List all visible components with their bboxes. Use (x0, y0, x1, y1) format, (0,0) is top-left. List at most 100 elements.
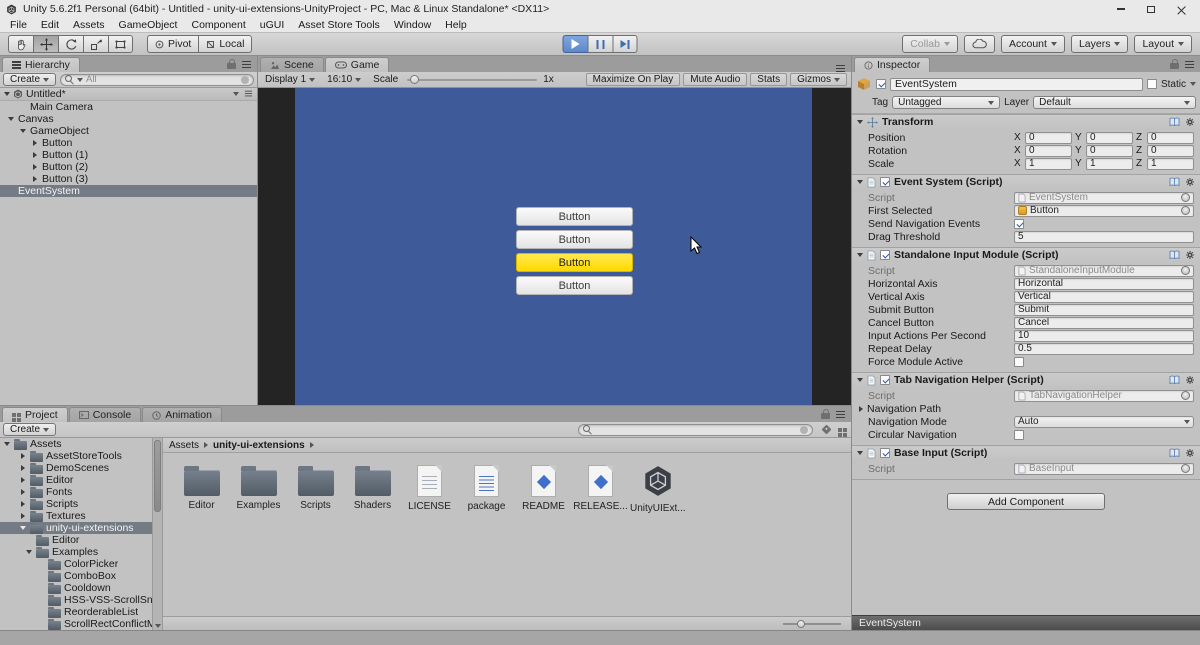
gameobject-name-field[interactable]: EventSystem (890, 77, 1143, 91)
horizontal-axis-field[interactable]: Horizontal (1014, 277, 1194, 290)
display-dropdown[interactable]: Display 1 (262, 74, 318, 85)
tree-item-selected[interactable]: unity-ui-extensions (0, 522, 152, 534)
minimize-icon[interactable] (1117, 8, 1125, 10)
transform-header[interactable]: Transform (852, 114, 1200, 129)
hierarchy-item-selected[interactable]: EventSystem (0, 185, 257, 197)
play-button[interactable] (562, 35, 588, 53)
foldout-closed-icon[interactable] (20, 477, 25, 483)
pivot-toggle-button[interactable]: Pivot (147, 35, 199, 53)
add-component-button[interactable]: Add Component (947, 493, 1105, 510)
icon-size-slider[interactable] (783, 619, 841, 628)
asset-item[interactable]: RELEASE... (572, 463, 629, 514)
layout-dropdown[interactable]: Layout (1134, 35, 1192, 53)
tree-item[interactable]: ScrollRectConflictMana (0, 618, 152, 630)
rotation-z-field[interactable]: 0 (1147, 144, 1194, 157)
tree-item[interactable]: ReorderableList (0, 606, 152, 618)
foldout-closed-icon[interactable] (20, 513, 25, 519)
scale-y-field[interactable]: 1 (1086, 157, 1133, 170)
hierarchy-item[interactable]: Canvas (0, 113, 257, 125)
active-checkbox[interactable] (876, 79, 886, 89)
gear-icon[interactable] (1185, 375, 1195, 385)
foldout-closed-icon[interactable] (859, 405, 863, 412)
foldout-open-icon[interactable] (3, 442, 10, 446)
stats-button[interactable]: Stats (750, 73, 788, 86)
hierarchy-item[interactable]: Button (1) (0, 149, 257, 161)
rect-tool-button[interactable] (108, 35, 133, 53)
asset-item[interactable]: LICENSE (401, 463, 458, 514)
pause-button[interactable] (587, 35, 613, 53)
foldout-open-icon[interactable] (857, 120, 863, 124)
menu-assets[interactable]: Assets (66, 19, 112, 31)
tree-item[interactable]: Textures (0, 510, 152, 522)
gear-icon[interactable] (1185, 448, 1195, 458)
tab-game[interactable]: Game (324, 57, 390, 72)
scale-slider-knob[interactable] (410, 75, 420, 84)
rotate-tool-button[interactable] (58, 35, 83, 53)
tree-item[interactable]: HSS-VSS-ScrollSnap (0, 594, 152, 606)
tree-item[interactable]: Examples (0, 546, 152, 558)
menu-window[interactable]: Window (387, 19, 438, 31)
foldout-closed-icon[interactable] (20, 501, 25, 507)
tab-console[interactable]: Console (68, 407, 142, 422)
asset-item[interactable]: Scripts (287, 463, 344, 514)
asset-item[interactable]: package (458, 463, 515, 514)
foldout-closed-icon[interactable] (32, 140, 37, 146)
foldout-open-icon[interactable] (857, 451, 863, 455)
breadcrumb-assets[interactable]: Assets (169, 440, 199, 451)
static-options-icon[interactable] (1190, 82, 1196, 86)
object-picker-icon[interactable] (1181, 391, 1190, 400)
tab-navigation-header[interactable]: Tab Navigation Helper (Script) (852, 372, 1200, 387)
input-module-header[interactable]: Standalone Input Module (Script) (852, 247, 1200, 262)
foldout-open-icon[interactable] (857, 180, 863, 184)
tree-item[interactable]: Scripts (0, 498, 152, 510)
gear-icon[interactable] (1185, 177, 1195, 187)
repeat-delay-field[interactable]: 0.5 (1014, 342, 1194, 355)
foldout-open-icon[interactable] (19, 526, 26, 530)
menu-edit[interactable]: Edit (34, 19, 66, 31)
lock-icon[interactable] (227, 59, 236, 69)
scene-options-icon[interactable] (233, 92, 239, 96)
script-object-field[interactable]: StandaloneInputModule (1014, 264, 1194, 277)
gear-icon[interactable] (1185, 117, 1195, 127)
foldout-open-icon[interactable] (25, 550, 32, 554)
scale-x-field[interactable]: 1 (1025, 157, 1072, 170)
menu-gameobject[interactable]: GameObject (112, 19, 185, 31)
menu-help[interactable]: Help (438, 19, 474, 31)
game-ui-button[interactable]: Button (516, 276, 633, 295)
help-book-icon[interactable] (1169, 375, 1180, 385)
foldout-open-icon[interactable] (857, 253, 863, 257)
asset-item[interactable]: Editor (173, 463, 230, 514)
force-module-active-checkbox[interactable] (1014, 356, 1024, 367)
help-book-icon[interactable] (1169, 250, 1180, 260)
foldout-open-icon[interactable] (857, 378, 863, 382)
panel-menu-icon[interactable] (242, 63, 251, 66)
breadcrumb-folder[interactable]: unity-ui-extensions (213, 440, 305, 451)
foldout-open-icon[interactable] (19, 129, 26, 133)
menu-file[interactable]: File (3, 19, 34, 31)
tree-item[interactable]: ColorPicker (0, 558, 152, 570)
input-actions-per-second-field[interactable]: 10 (1014, 329, 1194, 342)
position-x-field[interactable]: 0 (1025, 131, 1072, 144)
gizmos-dropdown[interactable]: Gizmos (790, 73, 847, 86)
send-navigation-events-checkbox[interactable] (1014, 218, 1024, 229)
asset-item[interactable]: README (515, 463, 572, 514)
layers-dropdown[interactable]: Layers (1070, 35, 1129, 53)
submit-button-field[interactable]: Submit (1014, 303, 1194, 316)
tree-item[interactable]: Editor (0, 534, 152, 546)
tree-item[interactable]: Fonts (0, 486, 152, 498)
inspector-preview-bar[interactable]: EventSystem (852, 615, 1200, 630)
mute-audio-button[interactable]: Mute Audio (683, 73, 748, 86)
asset-item[interactable]: Shaders (344, 463, 401, 514)
object-picker-icon[interactable] (1181, 193, 1190, 202)
move-tool-button[interactable] (33, 35, 58, 53)
help-book-icon[interactable] (1169, 177, 1180, 187)
scale-z-field[interactable]: 1 (1147, 157, 1194, 170)
maximize-on-play-button[interactable]: Maximize On Play (585, 73, 681, 86)
scene-header-row[interactable]: Untitled* (0, 88, 257, 101)
menu-component[interactable]: Component (184, 19, 252, 31)
object-picker-icon[interactable] (1181, 206, 1190, 215)
create-button[interactable]: Create (3, 73, 57, 86)
circular-navigation-checkbox[interactable] (1014, 429, 1024, 440)
script-object-field[interactable]: EventSystem (1014, 191, 1194, 204)
foldout-closed-icon[interactable] (32, 176, 37, 182)
